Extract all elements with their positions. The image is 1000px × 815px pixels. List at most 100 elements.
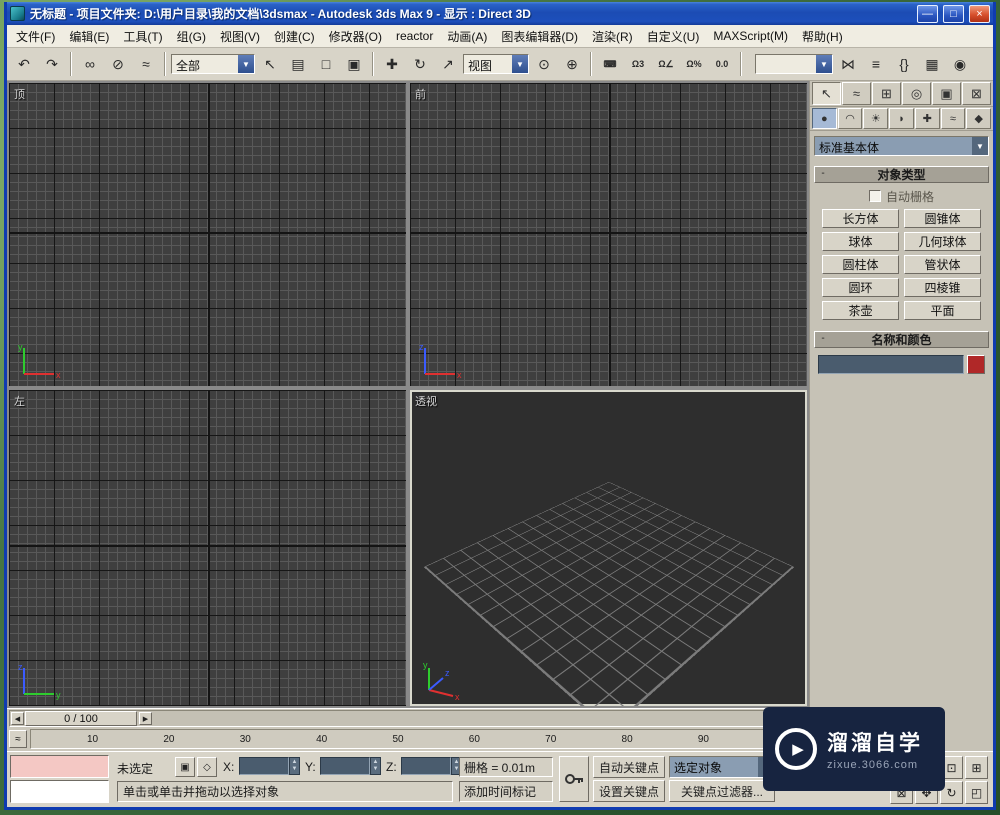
object-type-button[interactable]: 四棱锥 [904,278,981,297]
mini-curve-editor-button[interactable]: ≈ [9,730,27,748]
undo-icon[interactable]: ↶ [11,51,37,77]
x-spinner[interactable]: ▲ ▼ [289,757,300,775]
viewport-front[interactable]: 前 z x [410,83,807,387]
named-selection-sets-dropdown[interactable]: ▼ [755,54,833,74]
autogrid-checkbox[interactable] [868,190,881,202]
object-type-button[interactable]: 茶壶 [822,301,899,320]
spinner-up-icon[interactable]: ▲ [292,759,298,766]
spinner-snap-icon[interactable]: 0.0 [709,51,735,77]
spinner-down-icon[interactable]: ▼ [292,766,298,773]
material-editor-icon[interactable]: ◉ [947,51,973,77]
selection-filter-dropdown[interactable]: 全部 ▼ [171,54,255,74]
menu-item[interactable]: reactor [389,26,440,46]
shapes-category-icon[interactable]: ◠ [837,108,863,129]
x-coordinate-field[interactable] [239,757,289,775]
select-by-name-icon[interactable]: ▤ [285,51,311,77]
select-move-icon[interactable]: ✚ [379,51,405,77]
chevron-down-icon[interactable]: ▼ [972,137,988,155]
object-name-field[interactable] [818,355,964,374]
spacewarps-category-icon[interactable]: ≈ [940,108,966,129]
select-object-icon[interactable]: ↖ [257,51,283,77]
select-manipulate-icon[interactable]: ⊕ [559,51,585,77]
menu-item[interactable]: 组(G) [170,25,213,48]
object-type-button[interactable]: 圆柱体 [822,255,899,274]
set-keys-button[interactable] [559,756,589,802]
lights-category-icon[interactable]: ☀ [863,108,889,129]
object-type-button[interactable]: 圆锥体 [904,209,981,228]
menu-item[interactable]: 动画(A) [440,25,494,48]
maxscript-listener-line[interactable] [10,780,109,803]
spinner-up-icon[interactable]: ▲ [373,759,379,766]
track-bar[interactable]: ≈ 10 20 30 40 50 60 70 80 90 [7,728,809,751]
hierarchy-tab[interactable]: ⊞ [872,82,901,105]
object-type-button[interactable]: 平面 [904,301,981,320]
angle-snap-icon[interactable]: Ω∠ [653,51,679,77]
close-button[interactable]: × [969,4,990,23]
menu-item[interactable]: 视图(V) [213,25,267,48]
maxscript-macro-recorder-line[interactable] [10,755,109,778]
minimize-button[interactable]: — [917,4,938,23]
cameras-category-icon[interactable]: ◗ [889,108,914,129]
key-filters-button[interactable]: 关键点过滤器... [669,780,775,802]
add-time-tag[interactable]: 添加时间标记 [459,781,553,802]
percent-snap-icon[interactable]: Ω% [681,51,707,77]
display-tab[interactable]: ▣ [932,82,961,105]
spinner-down-icon[interactable]: ▼ [373,766,379,773]
viewport-label[interactable]: 顶 [14,86,25,102]
object-type-button[interactable]: 管状体 [904,255,981,274]
time-slider-handle[interactable]: 0 / 100 [25,711,137,726]
auto-key-button[interactable]: 自动关键点 [593,756,665,778]
systems-category-icon[interactable]: ◆ [966,108,992,129]
next-frame-button[interactable]: ▶ [139,712,152,725]
set-key-selection-dropdown[interactable]: 选定对象 ▼ [669,756,775,778]
menu-item[interactable]: 文件(F) [9,25,62,48]
snap-toggle-3d-icon[interactable]: Ω3 [625,51,651,77]
z-coordinate-field[interactable] [401,757,451,775]
object-type-button[interactable]: 球体 [822,232,899,251]
y-spinner[interactable]: ▲ ▼ [370,757,381,775]
keyboard-override-icon[interactable]: ⌨ [597,51,623,77]
geometry-category-icon[interactable]: ● [812,108,837,129]
menu-item[interactable]: 图表编辑器(D) [494,25,585,48]
curve-editor-icon[interactable]: {} [891,51,917,77]
object-type-button[interactable]: 几何球体 [904,232,981,251]
chevron-down-icon[interactable]: ▼ [512,55,528,73]
redo-icon[interactable]: ↷ [39,51,65,77]
select-scale-icon[interactable]: ↗ [435,51,461,77]
menu-item[interactable]: 帮助(H) [795,25,850,48]
previous-frame-button[interactable]: ◀ [11,712,24,725]
viewport-top[interactable]: 顶 y x [9,83,406,387]
chevron-down-icon[interactable]: ▼ [238,55,254,73]
chevron-down-icon[interactable]: ▼ [816,55,832,73]
viewport-left[interactable]: 左 z y [9,390,406,706]
y-coordinate-field[interactable] [320,757,370,775]
menu-item[interactable]: 渲染(R) [585,25,640,48]
window-crossing-icon[interactable]: ▣ [341,51,367,77]
set-key-button[interactable]: 设置关键点 [593,780,665,802]
rect-selection-region-icon[interactable]: □ [313,51,339,77]
titlebar[interactable]: 无标题 - 项目文件夹: D:\用户目录\我的文档\3dsmax - Autod… [7,2,993,25]
object-type-button[interactable]: 长方体 [822,209,899,228]
object-color-swatch[interactable] [967,355,985,374]
maximize-button[interactable]: □ [943,4,964,23]
utilities-tab[interactable]: ⊠ [962,82,991,105]
menu-item[interactable]: 自定义(U) [640,25,707,48]
track-bar-ruler[interactable]: 10 20 30 40 50 60 70 80 90 [30,729,806,749]
object-type-rollout-header[interactable]: - 对象类型 [814,166,989,183]
menu-item[interactable]: 修改器(O) [322,25,389,48]
menu-item[interactable]: 工具(T) [116,25,169,48]
helpers-category-icon[interactable]: ✚ [914,108,940,129]
bind-to-spacewarp-icon[interactable]: ≈ [133,51,159,77]
motion-tab[interactable]: ◎ [902,82,931,105]
viewport-label[interactable]: 前 [415,86,426,102]
absolute-offset-toggle-icon[interactable]: ◇ [197,757,217,777]
menu-item[interactable]: 创建(C) [267,25,322,48]
viewport-label[interactable]: 左 [14,393,25,409]
reference-coordinate-dropdown[interactable]: 视图 ▼ [463,54,529,74]
select-and-link-icon[interactable]: ∞ [77,51,103,77]
zoom-extents-all-icon[interactable]: ⊞ [965,756,988,779]
lock-selection-icon[interactable]: ▣ [175,757,195,777]
align-icon[interactable]: ≡ [863,51,889,77]
select-rotate-icon[interactable]: ↻ [407,51,433,77]
name-color-rollout-header[interactable]: - 名称和颜色 [814,331,989,348]
